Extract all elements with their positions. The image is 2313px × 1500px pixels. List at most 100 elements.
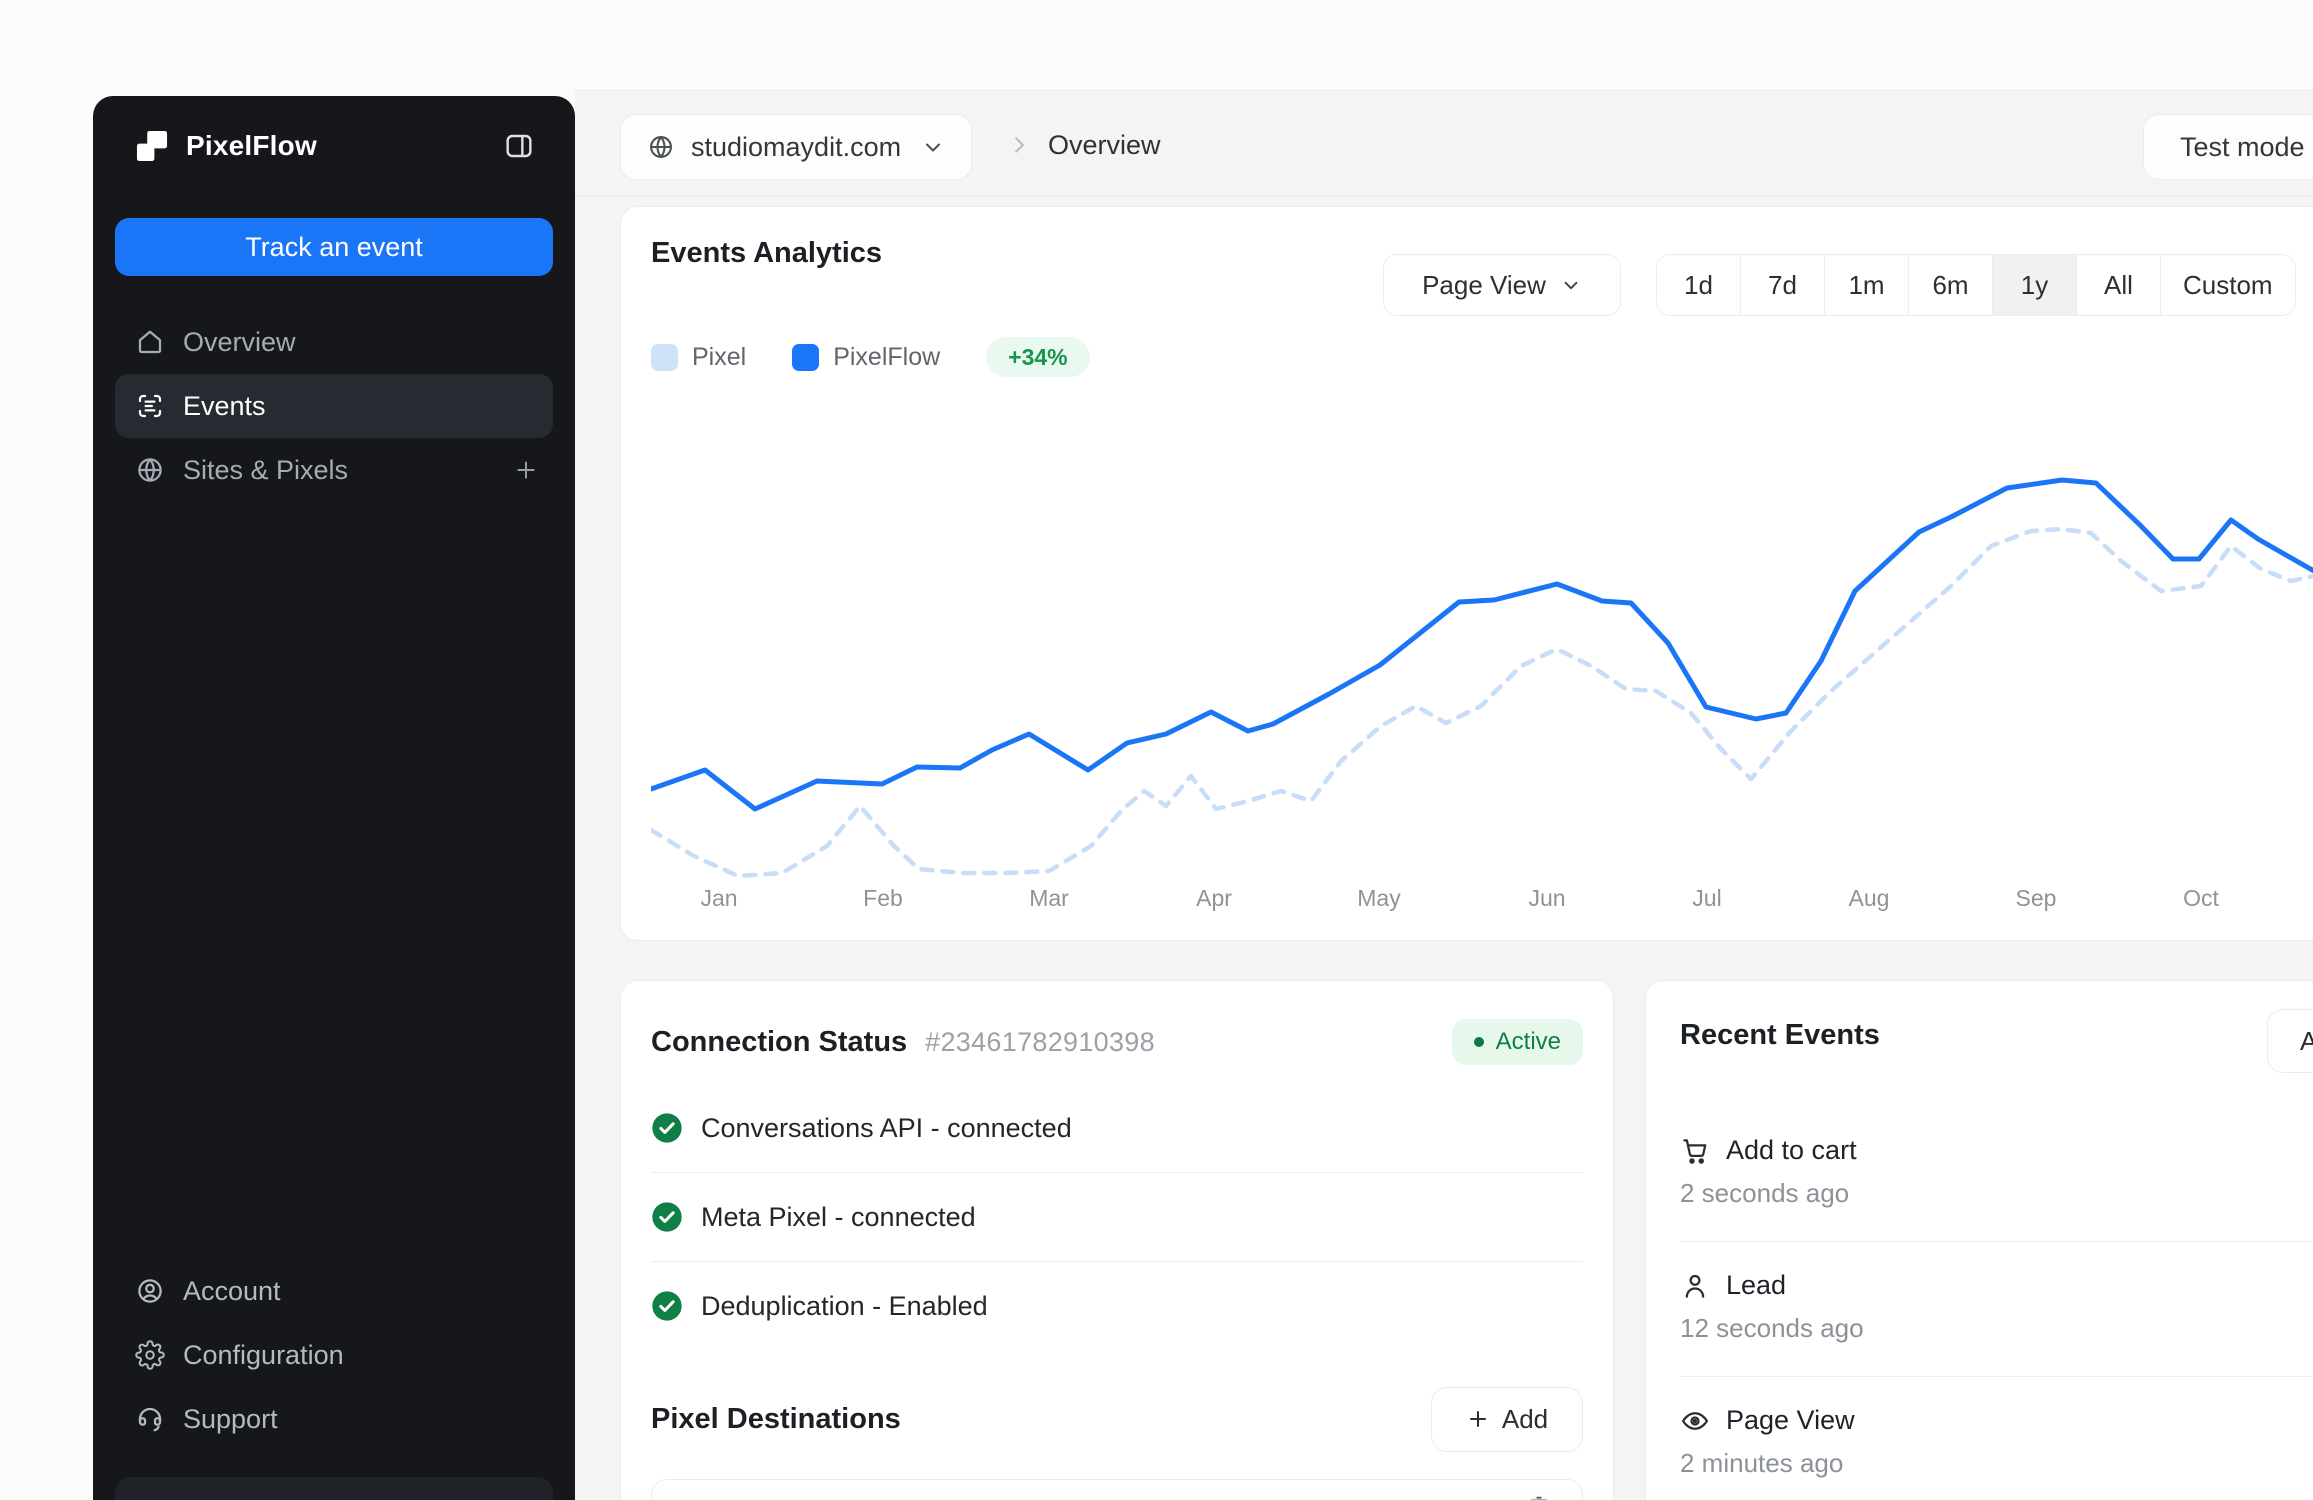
range-6m[interactable]: 6m xyxy=(1909,255,1993,315)
sidebar-item-support[interactable]: Support xyxy=(115,1387,553,1451)
range-7d[interactable]: 7d xyxy=(1741,255,1825,315)
analytics-chart xyxy=(651,477,2313,879)
events-icon xyxy=(138,394,162,418)
sidebar-profile-card-partial[interactable] xyxy=(115,1477,553,1500)
status-dot-icon xyxy=(1473,1037,1484,1047)
topbar-divider xyxy=(575,195,2313,196)
x-tick-jan: Jan xyxy=(700,885,738,911)
x-tick-jul: Jul xyxy=(1692,885,1722,911)
x-tick-mar: Mar xyxy=(1029,885,1069,911)
sidebar-item-sites-pixels[interactable]: Sites & Pixels xyxy=(115,438,553,502)
event-time: 12 seconds ago xyxy=(1680,1313,1864,1343)
breadcrumb-chevron-right-icon xyxy=(1015,137,1024,153)
sidebar-item-configuration[interactable]: Configuration xyxy=(115,1323,553,1387)
sidebar-item-label: Support xyxy=(183,1403,278,1434)
status-badge: Active xyxy=(1451,1019,1583,1065)
sidebar-nav: Overview Events Sites & Pixels xyxy=(115,310,553,502)
range-1m[interactable]: 1m xyxy=(1825,255,1909,315)
range-1d[interactable]: 1d xyxy=(1657,255,1741,315)
event-time: 2 minutes ago xyxy=(1680,1448,1844,1478)
recent-events-title: Recent Events xyxy=(1680,1019,1880,1051)
cart-icon xyxy=(1683,1138,1707,1164)
sidebar: PixelFlow Track an event Overview Events… xyxy=(93,96,575,1500)
destination-row-partial[interactable] xyxy=(651,1479,1583,1500)
time-range-group: 1d 7d 1m 6m 1y All Custom xyxy=(1656,254,2296,316)
x-tick-aug: Aug xyxy=(1848,885,1890,911)
sidebar-item-label: Account xyxy=(183,1275,281,1306)
check-circle-icon xyxy=(652,1291,682,1321)
account-icon xyxy=(138,1279,162,1303)
x-tick-apr: Apr xyxy=(1196,885,1232,911)
app-logo: PixelFlow xyxy=(133,124,535,168)
home-icon xyxy=(138,330,162,354)
user-icon xyxy=(1685,1274,1705,1298)
pixel-destinations-title: Pixel Destinations xyxy=(651,1402,901,1435)
chart-legend: Pixel PixelFlow +34% xyxy=(651,337,1090,377)
connection-list: Conversations API - connected Meta Pixel… xyxy=(651,1098,1583,1336)
sidebar-item-label: Events xyxy=(183,390,266,421)
x-tick-oct: Oct xyxy=(2183,885,2219,911)
status-label: Active xyxy=(1495,1028,1561,1055)
headset-icon xyxy=(138,1407,162,1432)
sidebar-item-events[interactable]: Events xyxy=(115,374,553,438)
event-label: Page View xyxy=(1726,1405,1855,1435)
sidebar-item-label: Sites & Pixels xyxy=(183,454,349,485)
metric-dropdown-value: Page View xyxy=(1422,269,1546,300)
check-circle-icon xyxy=(652,1202,682,1232)
connection-item-label: Deduplication - Enabled xyxy=(701,1290,988,1321)
sidebar-item-label: Configuration xyxy=(183,1339,344,1370)
connection-item: Deduplication - Enabled xyxy=(651,1276,1583,1336)
divider xyxy=(651,1172,1583,1173)
x-tick-sep: Sep xyxy=(2015,885,2057,911)
event-item[interactable]: Lead 12 seconds ago xyxy=(1680,1256,2313,1362)
series-line-pixel xyxy=(651,526,2313,879)
connection-title: Connection Status xyxy=(651,1025,908,1058)
sidebar-item-account[interactable]: Account xyxy=(115,1259,553,1323)
add-destination-button[interactable]: Add xyxy=(1431,1386,1583,1452)
divider xyxy=(651,1261,1583,1262)
range-custom[interactable]: Custom xyxy=(2161,255,2295,315)
filter-label: All xyxy=(2300,1025,2313,1056)
connection-item-label: Conversations API - connected xyxy=(701,1112,1072,1143)
sidebar-collapse-icon[interactable] xyxy=(503,130,535,162)
breadcrumb-current: Overview xyxy=(1048,130,1161,160)
chevron-down-icon xyxy=(1564,281,1578,290)
event-item[interactable]: Page View 2 minutes ago xyxy=(1680,1391,2313,1497)
legend-swatch-pixelflow xyxy=(792,343,820,371)
connection-status-card: Connection Status #23461782910398 Active… xyxy=(620,980,1614,1500)
sidebar-item-label: Overview xyxy=(183,326,296,357)
plus-icon xyxy=(1469,1411,1486,1427)
connection-item-label: Meta Pixel - connected xyxy=(701,1201,976,1232)
sidebar-item-overview[interactable]: Overview xyxy=(115,310,553,374)
trash-icon[interactable] xyxy=(1528,1494,1550,1500)
x-tick-may: May xyxy=(1357,885,1401,911)
analytics-title: Events Analytics xyxy=(651,237,883,269)
connection-item: Meta Pixel - connected xyxy=(651,1187,1583,1247)
metric-dropdown[interactable]: Page View xyxy=(1383,254,1621,316)
event-item[interactable]: Add to cart 2 seconds ago xyxy=(1680,1121,2313,1227)
pixelflow-logo-icon xyxy=(136,130,168,162)
track-event-button[interactable]: Track an event xyxy=(115,218,553,276)
sidebar-footer-nav: Account Configuration Support xyxy=(115,1259,553,1451)
test-mode-label: Test mode xyxy=(2180,131,2305,162)
site-selector[interactable]: studiomaydit.com xyxy=(620,114,973,180)
recent-events-filter-button[interactable]: All xyxy=(2267,1009,2313,1073)
range-all[interactable]: All xyxy=(2077,255,2161,315)
add-site-plus-icon[interactable] xyxy=(513,457,539,483)
eye-icon xyxy=(1681,1411,1709,1430)
check-circle-icon xyxy=(652,1113,682,1143)
app-name: PixelFlow xyxy=(186,130,317,161)
x-tick-feb: Feb xyxy=(863,885,903,911)
divider xyxy=(1680,1376,2313,1377)
add-button-label: Add xyxy=(1501,1403,1549,1434)
connection-item: Conversations API - connected xyxy=(651,1098,1583,1158)
range-1y[interactable]: 1y xyxy=(1993,255,2077,315)
legend-label-pixelflow: PixelFlow xyxy=(833,342,941,371)
legend-swatch-pixel xyxy=(651,343,678,371)
event-label: Lead xyxy=(1726,1270,1787,1300)
divider xyxy=(1680,1241,2313,1242)
test-mode-button[interactable]: Test mode xyxy=(2143,114,2313,180)
gear-icon xyxy=(135,1340,165,1370)
site-name: studiomaydit.com xyxy=(691,131,902,162)
connection-id: #23461782910398 xyxy=(925,1026,1155,1057)
